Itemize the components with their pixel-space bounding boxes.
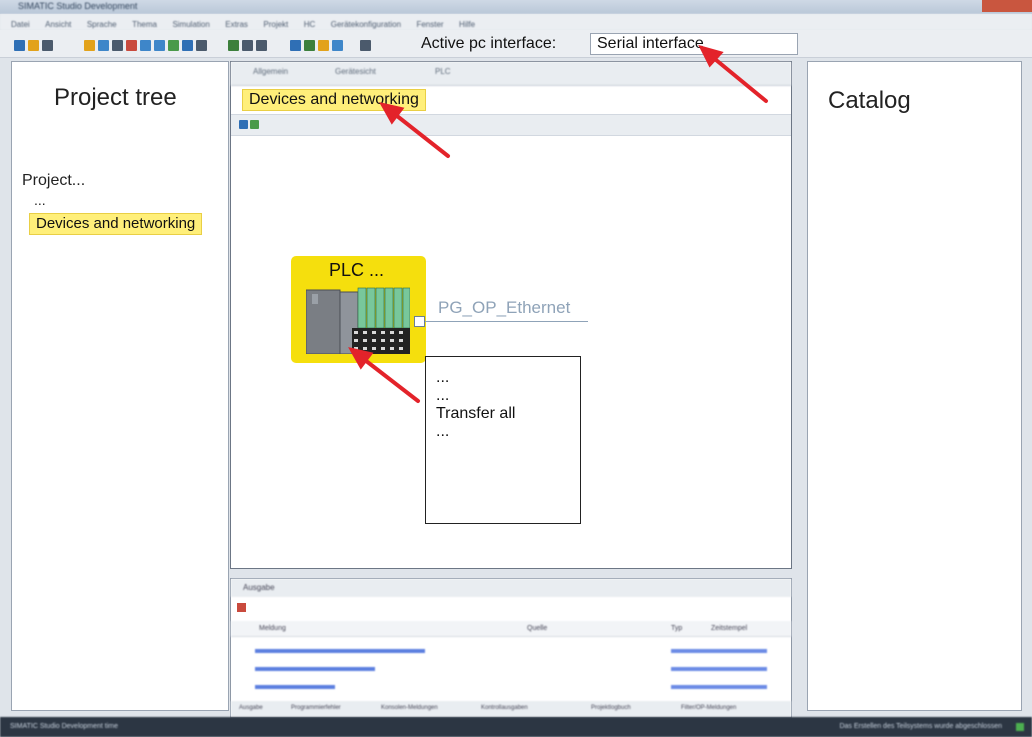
context-menu-item[interactable]: ...: [436, 423, 570, 441]
output-panel: Ausgabe Meldung Quelle Typ Zeitstempel A…: [230, 578, 792, 718]
online-icon[interactable]: [228, 40, 239, 51]
editor-toolbar: [231, 114, 791, 136]
footer-tab-output[interactable]: Ausgabe: [239, 705, 263, 711]
menu-item-project[interactable]: Projekt: [263, 20, 288, 29]
plc-device[interactable]: PLC ...: [291, 256, 426, 363]
stop-cpu-icon[interactable]: [318, 40, 329, 51]
copy-icon[interactable]: [98, 40, 109, 51]
output-row-timestamp: [671, 649, 767, 653]
network-line: [420, 321, 588, 322]
offline-icon[interactable]: [242, 40, 253, 51]
menu-bar: Datei Ansicht Sprache Thema Simulation E…: [0, 14, 1032, 30]
column-message[interactable]: Meldung: [259, 625, 286, 632]
column-timestamp[interactable]: Zeitstempel: [711, 625, 747, 632]
output-header: Ausgabe: [231, 579, 791, 597]
output-row[interactable]: [255, 649, 425, 653]
new-project-icon[interactable]: [14, 40, 25, 51]
plc-device-label: PLC ...: [329, 260, 385, 280]
connections-icon[interactable]: [250, 120, 259, 129]
context-menu-item[interactable]: ...: [436, 387, 570, 405]
project-tree-title: Project tree: [54, 84, 177, 111]
project-tree-panel: Project tree Project... ... Devices and …: [11, 61, 229, 711]
paste-icon[interactable]: [112, 40, 123, 51]
output-row[interactable]: [255, 685, 335, 689]
menu-item-file[interactable]: Datei: [11, 20, 30, 29]
upload-icon[interactable]: [196, 40, 207, 51]
footer-tab-filter[interactable]: Filter/OP-Meldungen: [681, 705, 736, 711]
tab-device-view[interactable]: Gerätesicht: [335, 67, 376, 81]
window-close-button[interactable]: [982, 0, 1032, 12]
status-right-text: Das Erstellen des Teilsystems wurde abge…: [839, 723, 1002, 730]
catalog-panel: Catalog: [807, 61, 1022, 711]
editor-header-devices-networking: Devices and networking: [242, 89, 426, 111]
footer-tab-project-log[interactable]: Projektlogbuch: [591, 705, 631, 711]
cross-reference-icon[interactable]: [332, 40, 343, 51]
menu-item-theme[interactable]: Thema: [132, 20, 157, 29]
context-menu-item[interactable]: ...: [436, 369, 570, 387]
menu-item-view[interactable]: Ansicht: [45, 20, 71, 29]
monitor-icon[interactable]: [290, 40, 301, 51]
menu-item-hc[interactable]: HC: [304, 20, 316, 29]
column-type[interactable]: Typ: [671, 625, 682, 632]
network-label[interactable]: PG_OP_Ethernet: [438, 298, 570, 318]
status-bar: SIMATIC Studio Development time Das Erst…: [0, 717, 1032, 737]
menu-item-language[interactable]: Sprache: [87, 20, 117, 29]
footer-tab-control-output[interactable]: Kontrollausgaben: [481, 705, 528, 711]
save-project-icon[interactable]: [42, 40, 53, 51]
window-title: SIMATIC Studio Development: [18, 1, 138, 11]
context-menu-item-transfer-all[interactable]: Transfer all: [436, 405, 570, 423]
start-cpu-icon[interactable]: [304, 40, 315, 51]
editor-tab-bar: Allgemein Gerätesicht PLC: [231, 62, 791, 86]
plc-rack-icon: [306, 287, 410, 354]
footer-tab-program-errors[interactable]: Programmierfehler: [291, 705, 341, 711]
project-tree-item-project[interactable]: Project...: [22, 172, 85, 190]
output-row-timestamp: [671, 667, 767, 671]
output-title: Ausgabe: [243, 583, 275, 592]
clear-output-icon[interactable]: [237, 603, 246, 612]
menu-item-simulation[interactable]: Simulation: [172, 20, 209, 29]
active-pc-interface-label: Active pc interface:: [421, 35, 557, 52]
status-left-text: SIMATIC Studio Development time: [10, 723, 119, 730]
menu-item-device-config[interactable]: Gerätekonfiguration: [331, 20, 401, 29]
status-ok-icon: [1016, 723, 1024, 731]
menu-item-tools[interactable]: Extras: [225, 20, 248, 29]
delete-icon[interactable]: [126, 40, 137, 51]
menu-item-window[interactable]: Fenster: [416, 20, 443, 29]
diagnostics-icon[interactable]: [256, 40, 267, 51]
project-tree-item-ellipsis[interactable]: ...: [34, 192, 46, 208]
output-row-timestamp: [671, 685, 767, 689]
context-menu: ... ... Transfer all ...: [425, 356, 581, 524]
output-footer-tabs: Ausgabe Programmierfehler Konsolen-Meldu…: [231, 701, 791, 717]
column-source[interactable]: Quelle: [527, 625, 547, 632]
ethernet-port-icon[interactable]: [414, 316, 425, 327]
open-project-icon[interactable]: [28, 40, 39, 51]
redo-icon[interactable]: [154, 40, 165, 51]
menu-item-help[interactable]: Hilfe: [459, 20, 475, 29]
project-tree-item-devices-networking[interactable]: Devices and networking: [29, 213, 203, 235]
output-grid-header: Meldung Quelle Typ Zeitstempel: [231, 621, 791, 637]
active-pc-interface-field[interactable]: Serial interface: [590, 33, 798, 55]
download-icon[interactable]: [182, 40, 193, 51]
split-editor-icon[interactable]: [360, 40, 371, 51]
undo-icon[interactable]: [140, 40, 151, 51]
tab-plc[interactable]: PLC: [435, 67, 451, 81]
compile-icon[interactable]: [168, 40, 179, 51]
catalog-title: Catalog: [828, 87, 911, 114]
cut-icon[interactable]: [84, 40, 95, 51]
network-view-icon[interactable]: [239, 120, 248, 129]
output-row[interactable]: [255, 667, 375, 671]
title-bar: SIMATIC Studio Development: [0, 0, 1032, 14]
footer-tab-console[interactable]: Konsolen-Meldungen: [381, 705, 438, 711]
tab-general[interactable]: Allgemein: [253, 67, 288, 81]
